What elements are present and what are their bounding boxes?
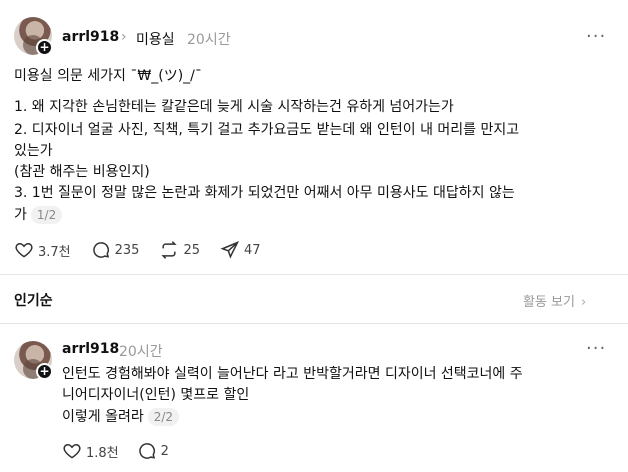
activity-label: 활동 보기 <box>523 295 575 310</box>
post-line: 2. 디자이너 얼굴 사진, 직책, 특기 걸고 추가요금도 받는데 왜 인턴이… <box>14 122 520 138</box>
chevron-right-icon: › <box>121 29 127 45</box>
post-line: 1. 왜 지각한 손님한테는 칼같은데 늦게 시술 시작하는건 유하게 넘어가는… <box>14 99 454 115</box>
reply-actions: 1.8천 2 <box>62 441 169 461</box>
send-icon <box>220 241 240 259</box>
like-button[interactable]: 1.8천 <box>62 441 119 461</box>
like-count: 1.8천 <box>86 445 119 461</box>
sort-selector[interactable]: 인기순 <box>14 290 53 310</box>
heart-icon <box>15 242 33 258</box>
activity-link[interactable]: 활동 보기 › <box>523 291 586 310</box>
reply-line: 인턴도 경험해봐야 실력이 늘어난다 라고 반박할거라면 디자이너 선택코너에 … <box>62 366 523 382</box>
post-time: 20시간 <box>187 32 231 48</box>
post-actions: 3.7천 235 25 47 <box>14 240 261 260</box>
post-line: 3. 1번 질문이 정말 많은 논란과 화제가 되었건만 어째서 아무 미용사도… <box>14 185 515 201</box>
follow-plus-icon[interactable]: + <box>36 363 53 380</box>
heart-icon <box>63 443 81 459</box>
comment-icon <box>92 242 109 258</box>
like-count: 3.7천 <box>38 244 71 260</box>
comment-icon <box>138 443 155 459</box>
post-title: 미용실 의문 세가지 ¯₩_(ツ)_/¯ <box>14 68 202 84</box>
repost-count: 25 <box>183 242 201 258</box>
reply-line: 이렇게 올려라 <box>62 409 144 425</box>
comment-count: 2 <box>160 443 169 459</box>
comment-count: 235 <box>114 242 140 258</box>
more-options-icon[interactable]: ··· <box>586 26 606 47</box>
like-button[interactable]: 3.7천 <box>14 240 71 260</box>
share-button[interactable]: 47 <box>220 240 261 260</box>
reply-line-last: 이렇게 올려라 2/2 <box>62 407 180 428</box>
follow-plus-icon[interactable]: + <box>36 39 53 56</box>
more-options-icon[interactable]: ··· <box>586 338 606 359</box>
repost-icon <box>161 241 178 259</box>
post-username[interactable]: arrl918 <box>62 29 119 45</box>
chevron-right-icon: › <box>580 295 587 310</box>
community-link[interactable]: 미용실 <box>136 29 175 49</box>
post-line: (참관 해주는 비용인지) <box>14 164 150 180</box>
divider <box>0 274 628 275</box>
post-line: 가 <box>14 207 27 223</box>
comment-button[interactable]: 235 <box>91 240 140 260</box>
post-line-last: 가 1/2 <box>14 205 63 226</box>
repost-button[interactable]: 25 <box>159 240 200 260</box>
reply-line: 니어디자이너(인턴) 몇프로 할인 <box>62 387 250 403</box>
page-indicator: 2/2 <box>147 408 180 426</box>
post-line: 있는가 <box>14 143 53 159</box>
share-count: 47 <box>244 242 261 258</box>
divider <box>0 323 628 324</box>
page-indicator: 1/2 <box>30 206 63 224</box>
reply-time: 20시간 <box>119 344 163 360</box>
reply-username[interactable]: arrl918 <box>62 341 119 357</box>
comment-button[interactable]: 2 <box>137 441 169 461</box>
